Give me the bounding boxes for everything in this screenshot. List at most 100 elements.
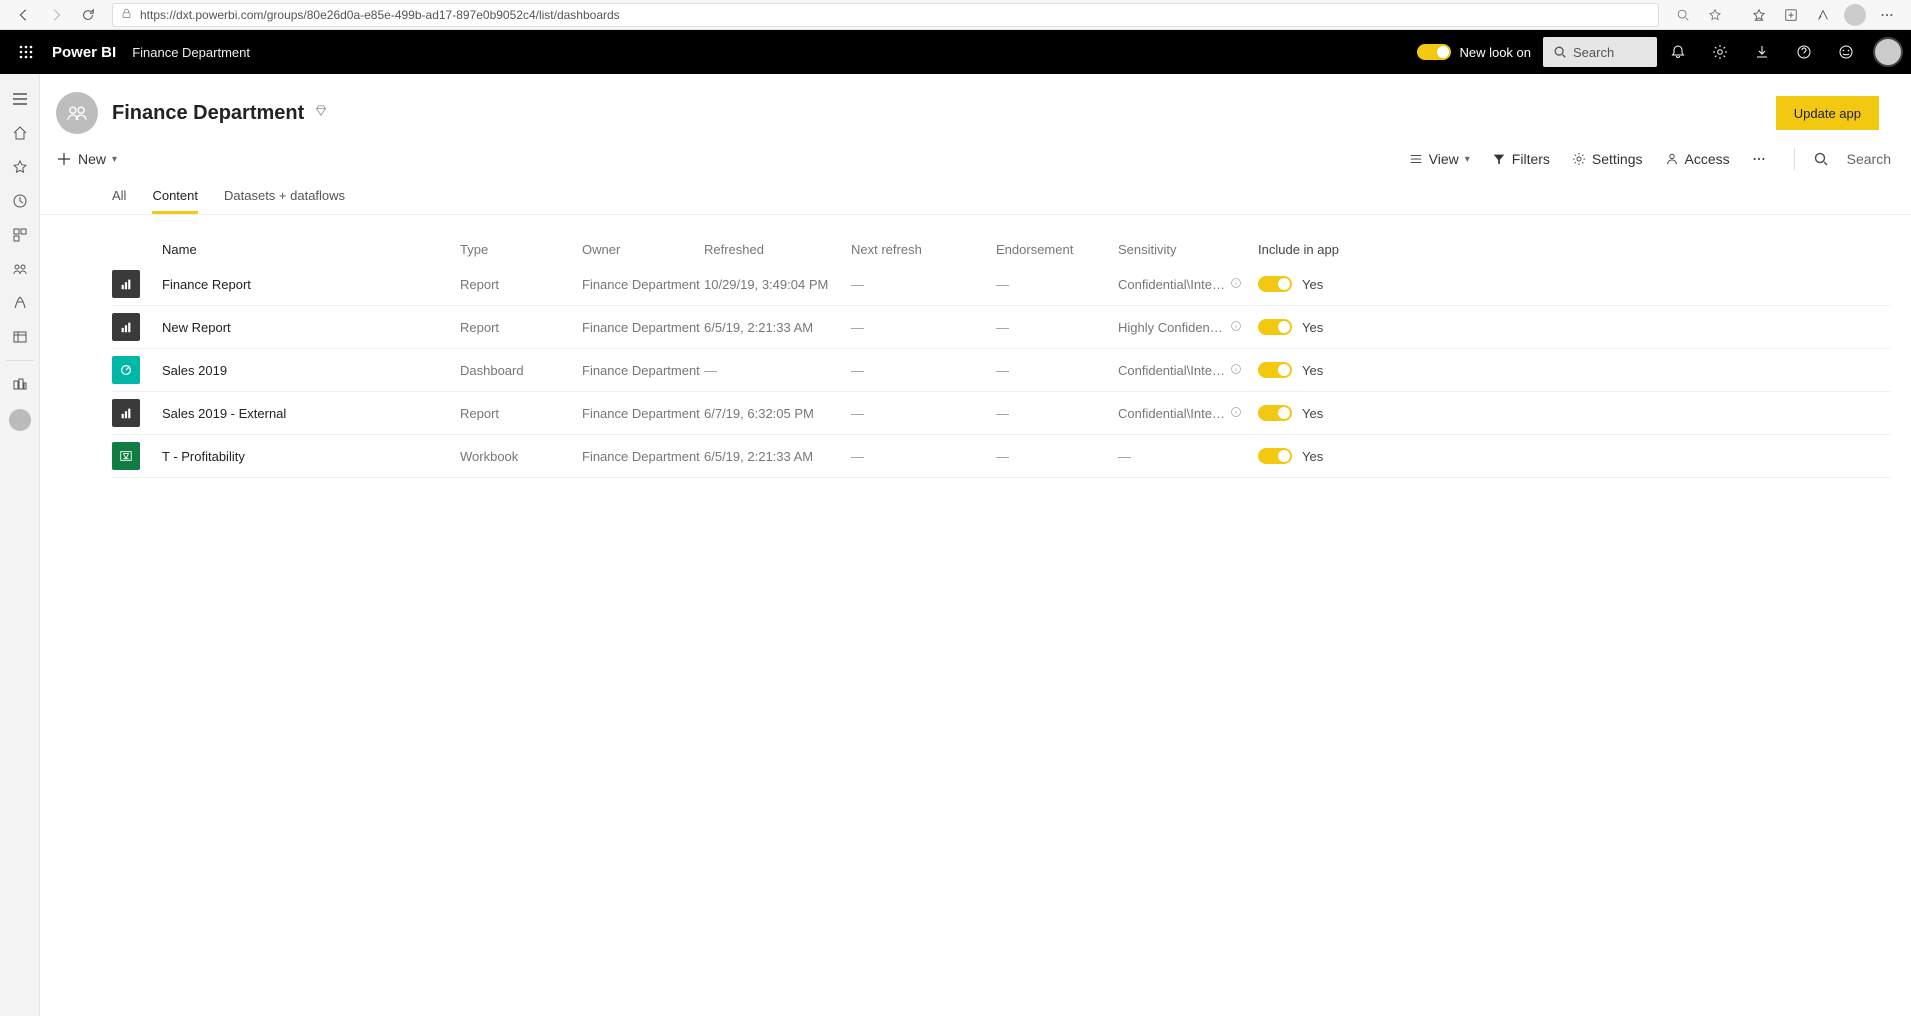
item-type: Report [460, 406, 582, 421]
nav-home-button[interactable] [0, 116, 40, 150]
main-content: Finance Department Update app New ▾ View… [40, 74, 1911, 1016]
view-label: View [1429, 151, 1459, 167]
update-app-button[interactable]: Update app [1776, 96, 1879, 130]
table-row[interactable]: Sales 2019 - ExternalReportFinance Depar… [112, 392, 1891, 435]
col-header-include[interactable]: Include in app [1258, 242, 1398, 257]
item-name[interactable]: Finance Report [162, 277, 460, 292]
notifications-button[interactable] [1657, 31, 1699, 73]
report-icon [112, 313, 140, 341]
tab-content[interactable]: Content [152, 180, 198, 214]
col-header-type[interactable]: Type [460, 242, 582, 257]
browser-back-button[interactable] [8, 1, 40, 29]
report-icon [112, 270, 140, 298]
browser-collections-button[interactable] [1775, 1, 1807, 29]
table-row[interactable]: T - ProfitabilityWorkbookFinance Departm… [112, 435, 1891, 478]
user-avatar-button[interactable] [1873, 37, 1903, 67]
browser-chrome: https://dxt.powerbi.com/groups/80e26d0a-… [0, 0, 1911, 30]
table-row[interactable]: New ReportReportFinance Department6/5/19… [112, 306, 1891, 349]
item-next-refresh: — [851, 277, 996, 292]
item-name[interactable]: T - Profitability [162, 449, 460, 464]
chevron-down-icon: ▾ [1465, 154, 1470, 165]
nav-shared-button[interactable] [0, 252, 40, 286]
list-icon [1409, 152, 1423, 166]
include-toggle[interactable] [1258, 362, 1292, 378]
include-toggle[interactable] [1258, 276, 1292, 292]
nav-workspace-icon[interactable] [0, 401, 40, 435]
item-name[interactable]: Sales 2019 - External [162, 406, 460, 421]
item-refreshed: 6/5/19, 2:21:33 AM [704, 449, 851, 464]
app-launcher-button[interactable] [8, 34, 44, 70]
item-sensitivity: Highly Confidential\In... [1118, 320, 1258, 335]
include-toggle[interactable] [1258, 405, 1292, 421]
breadcrumb[interactable]: Finance Department [132, 45, 250, 60]
browser-refresh-button[interactable] [72, 1, 104, 29]
table-row[interactable]: Sales 2019DashboardFinance Department———… [112, 349, 1891, 392]
global-search-input[interactable]: Search [1543, 37, 1657, 67]
table-row[interactable]: Finance ReportReportFinance Department10… [112, 263, 1891, 306]
item-name[interactable]: Sales 2019 [162, 363, 460, 378]
tab-all[interactable]: All [112, 180, 126, 214]
item-endorsement: — [996, 363, 1118, 378]
nav-workspaces-button[interactable] [0, 320, 40, 354]
browser-profile-button[interactable] [1839, 1, 1871, 29]
item-owner: Finance Department [582, 406, 704, 421]
more-actions-button[interactable] [1752, 152, 1772, 166]
item-refreshed: 6/5/19, 2:21:33 AM [704, 320, 851, 335]
col-header-next-refresh[interactable]: Next refresh [851, 242, 996, 257]
item-type: Dashboard [460, 363, 582, 378]
help-button[interactable] [1783, 31, 1825, 73]
info-icon[interactable] [1230, 363, 1242, 378]
include-toggle[interactable] [1258, 319, 1292, 335]
include-label: Yes [1302, 277, 1323, 292]
lock-icon [121, 8, 132, 22]
item-sensitivity: Confidential\Internal-... [1118, 363, 1258, 378]
include-toggle[interactable] [1258, 448, 1292, 464]
browser-forward-button[interactable] [40, 1, 72, 29]
search-placeholder: Search [1847, 151, 1891, 167]
nav-recent-button[interactable] [0, 184, 40, 218]
nav-apps-button[interactable] [0, 218, 40, 252]
nav-toggle-button[interactable] [0, 82, 40, 116]
new-look-toggle[interactable] [1417, 44, 1451, 60]
report-icon [112, 399, 140, 427]
view-button[interactable]: View ▾ [1409, 151, 1470, 167]
info-icon[interactable] [1230, 406, 1242, 421]
workspace-header: Finance Department Update app [40, 74, 1911, 138]
include-label: Yes [1302, 449, 1323, 464]
filter-icon [1492, 152, 1506, 166]
col-header-name[interactable]: Name [162, 242, 460, 257]
more-icon [1752, 152, 1766, 166]
item-type: Report [460, 320, 582, 335]
settings-label: Settings [1592, 151, 1643, 167]
nav-learn-button[interactable] [0, 286, 40, 320]
col-header-endorsement[interactable]: Endorsement [996, 242, 1118, 257]
nav-deployment-button[interactable] [0, 367, 40, 401]
include-label: Yes [1302, 320, 1323, 335]
list-search-input[interactable]: Search [1813, 151, 1891, 167]
info-icon[interactable] [1230, 320, 1242, 335]
left-nav-rail [0, 74, 40, 1016]
settings-button[interactable] [1699, 31, 1741, 73]
info-icon[interactable] [1230, 277, 1242, 292]
col-header-refreshed[interactable]: Refreshed [704, 242, 851, 257]
address-bar[interactable]: https://dxt.powerbi.com/groups/80e26d0a-… [112, 3, 1659, 27]
browser-menu-button[interactable] [1871, 1, 1903, 29]
download-button[interactable] [1741, 31, 1783, 73]
new-button[interactable]: New ▾ [56, 151, 117, 167]
settings-action-button[interactable]: Settings [1572, 151, 1643, 167]
col-header-owner[interactable]: Owner [582, 242, 704, 257]
col-header-sensitivity[interactable]: Sensitivity [1118, 242, 1258, 257]
filters-button[interactable]: Filters [1492, 151, 1550, 167]
tab-datasets-dataflows[interactable]: Datasets + dataflows [224, 180, 345, 214]
access-button[interactable]: Access [1665, 151, 1730, 167]
tab-bar: All Content Datasets + dataflows [40, 180, 1911, 215]
item-next-refresh: — [851, 449, 996, 464]
plus-icon [56, 151, 72, 167]
browser-extension-button[interactable] [1807, 1, 1839, 29]
browser-zoom-icon[interactable] [1667, 1, 1699, 29]
nav-favorites-button[interactable] [0, 150, 40, 184]
item-name[interactable]: New Report [162, 320, 460, 335]
browser-favorites-button[interactable] [1743, 1, 1775, 29]
browser-favorite-icon[interactable] [1699, 1, 1731, 29]
feedback-button[interactable] [1825, 31, 1867, 73]
